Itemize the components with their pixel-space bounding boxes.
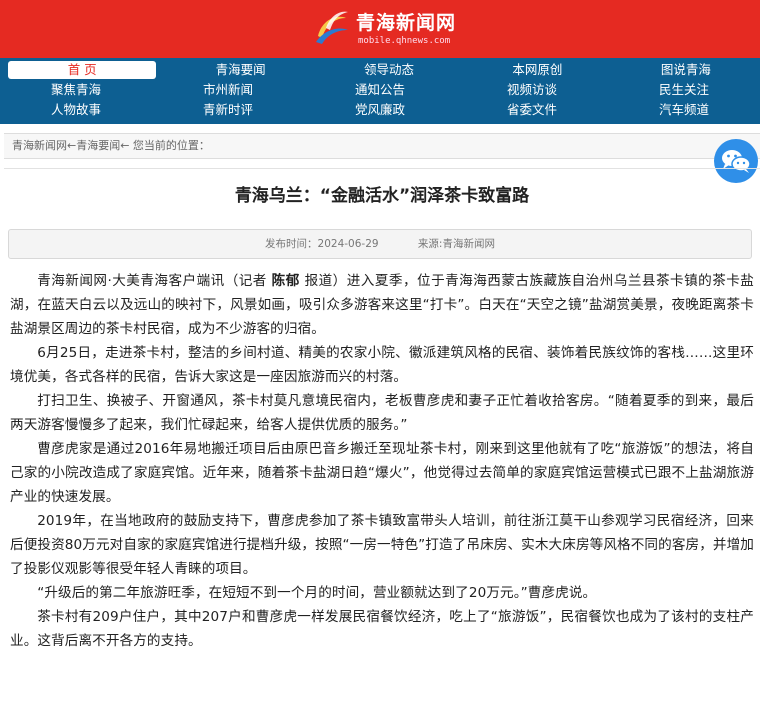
paragraph-lead: 青海新闻网·大美青海客户端讯（记者 xyxy=(37,273,272,289)
main-nav: 首 页 青海要闻 领导动态 本网原创 图说青海 聚焦青海 市州新闻 通知公告 视… xyxy=(0,58,760,124)
nav-original[interactable]: 本网原创 xyxy=(463,60,611,80)
paragraph: 青海新闻网·大美青海客户端讯（记者 陈郁 报道）进入夏季，位于青海海西蒙古族藏族… xyxy=(10,269,754,341)
nav-city-news[interactable]: 市州新闻 xyxy=(152,80,304,100)
nav-qinghai-news[interactable]: 青海要闻 xyxy=(166,60,314,80)
nav-livelihood[interactable]: 民生关注 xyxy=(608,80,760,100)
site-logo[interactable]: 青海新闻网 mobile.qhnews.com xyxy=(312,6,462,52)
nav-focus[interactable]: 聚焦青海 xyxy=(0,80,152,100)
article: 青海乌兰：“金融活水”润泽茶卡致富路 发布时间：2024-06-29 来源:青海… xyxy=(4,168,760,708)
reporter-name: 陈郁 xyxy=(271,273,300,289)
nav-people[interactable]: 人物故事 xyxy=(0,100,152,120)
paragraph: “升级后的第二年旅游旺季，在短短不到一个月的时间，营业额就达到了20万元。”曹彦… xyxy=(37,585,597,601)
logo-url: mobile.qhnews.com xyxy=(358,36,451,46)
publish-time: 发布时间：2024-06-29 xyxy=(265,238,379,250)
article-title: 青海乌兰：“金融活水”润泽茶卡致富路 xyxy=(234,186,530,206)
nav-integrity[interactable]: 党风廉政 xyxy=(304,100,456,120)
nav-commentary[interactable]: 青新时评 xyxy=(152,100,304,120)
breadcrumb[interactable]: 青海新闻网←青海要闻← 您当前的位置： xyxy=(4,134,760,158)
breadcrumb-bar: 青海新闻网←青海要闻← 您当前的位置： xyxy=(4,133,760,159)
nav-home[interactable]: 首 页 xyxy=(8,61,157,79)
article-body: 青海新闻网·大美青海客户端讯（记者 陈郁 报道）进入夏季，位于青海海西蒙古族藏族… xyxy=(4,269,760,653)
paragraph: 6月25日，走进茶卡村，整洁的乡间村道、精美的农家小院、徽派建筑风格的民宿、装饰… xyxy=(10,345,754,385)
paragraph: 茶卡村有209户住户，其中207户和曹彦虎一样发展民宿餐饮经济，吃上了“旅游饭”… xyxy=(10,609,754,649)
nav-leaders[interactable]: 领导动态 xyxy=(315,60,463,80)
nav-photo[interactable]: 图说青海 xyxy=(612,60,760,80)
nav-auto[interactable]: 汽车频道 xyxy=(608,100,760,120)
paragraph: 曹彦虎家是通过2016年易地搬迁项目后由原巴音乡搬迁至现址茶卡村，刚来到这里他就… xyxy=(10,441,754,505)
article-meta: 发布时间：2024-06-29 来源:青海新闻网 xyxy=(8,229,752,259)
logo-title: 青海新闻网 xyxy=(356,12,457,34)
site-header: 青海新闻网 mobile.qhnews.com xyxy=(0,0,760,58)
nav-notices[interactable]: 通知公告 xyxy=(304,80,456,100)
logo-swirl-icon xyxy=(316,11,348,44)
article-source: 来源:青海新闻网 xyxy=(417,238,495,250)
paragraph: 打扫卫生、换被子、开窗通风，茶卡村莫凡意境民宿内，老板曹彦虎和妻子正忙着收拾客房… xyxy=(10,393,754,433)
paragraph: 2019年，在当地政府的鼓励支持下，曹彦虎参加了茶卡镇致富带头人培训，前往浙江莫… xyxy=(10,513,754,577)
nav-video[interactable]: 视频访谈 xyxy=(456,80,608,100)
nav-documents[interactable]: 省委文件 xyxy=(456,100,608,120)
nav-row: 首 页 青海要闻 领导动态 本网原创 图说青海 xyxy=(0,60,760,80)
nav-row: 人物故事 青新时评 党风廉政 省委文件 汽车频道 xyxy=(0,100,760,120)
nav-row: 聚焦青海 市州新闻 通知公告 视频访谈 民生关注 xyxy=(0,80,760,100)
